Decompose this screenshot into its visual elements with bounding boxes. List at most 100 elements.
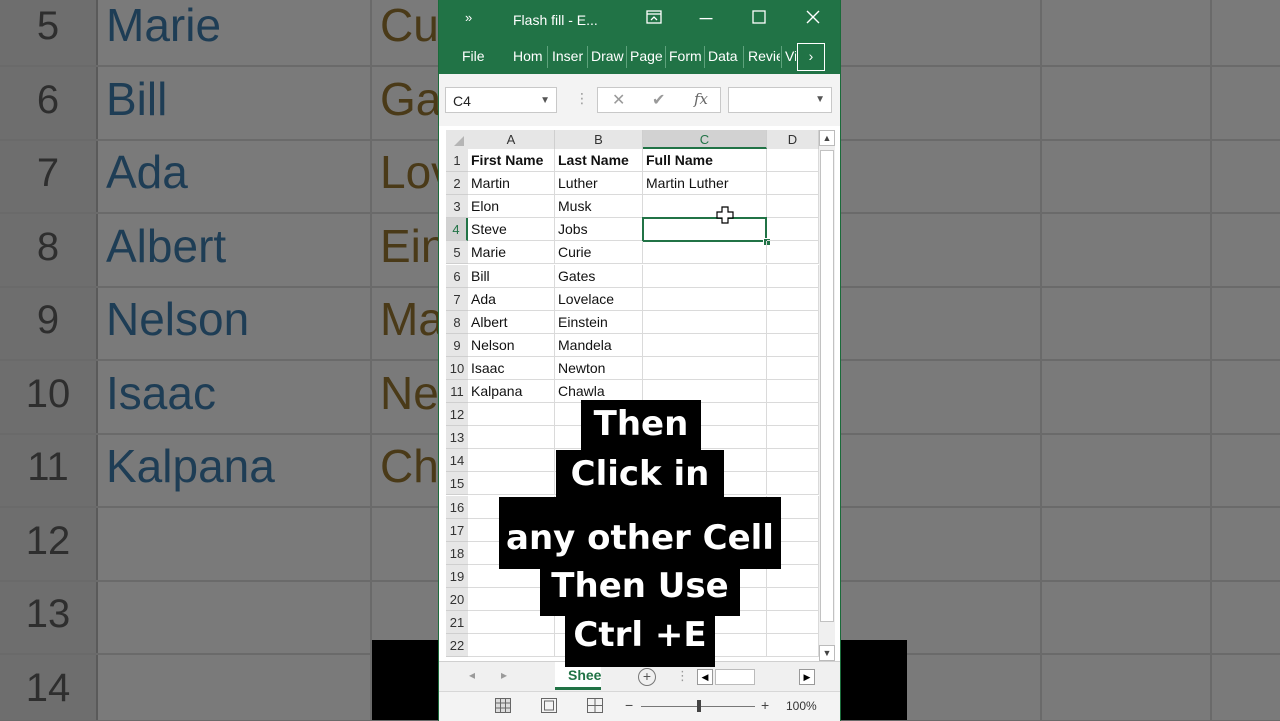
cell-d[interactable] [767,264,819,288]
row-header[interactable]: 21 [446,611,468,634]
cell-c[interactable] [643,310,767,334]
horizontal-scrollbar[interactable]: ◀ ▶ [697,669,815,685]
tab-split-handle-icon[interactable]: ⋮ [676,668,689,684]
ribbon-tab-draw[interactable]: Draw [591,48,625,64]
row-header[interactable]: 10 [446,356,468,380]
cell-d[interactable] [767,403,819,427]
cell-d[interactable] [767,172,819,196]
ribbon-tab-formulas[interactable]: Form [669,48,703,64]
ribbon-tab-page-layout[interactable]: Page [630,48,664,64]
row-header[interactable]: 14 [446,449,468,473]
expand-formula-bar-icon[interactable]: ▼ [815,94,825,105]
row-header[interactable]: 5 [446,241,468,265]
vertical-scrollbar[interactable]: ▲ ▼ [819,130,835,661]
page-layout-view-icon[interactable] [541,698,557,713]
column-header-b[interactable]: B [555,130,643,149]
row-header[interactable]: 1 [446,149,468,172]
cell-b[interactable]: Jobs [555,218,643,242]
cell-a[interactable]: Elon [468,195,555,219]
cell-a[interactable] [468,449,555,473]
cell-d[interactable] [767,634,819,658]
cell-a[interactable]: First Name [468,149,555,172]
ribbon-tab-insert[interactable]: Inser [552,48,586,64]
cell-d[interactable] [767,218,819,242]
add-sheet-button[interactable]: + [638,668,656,686]
page-break-preview-icon[interactable] [587,698,603,713]
maximize-button[interactable] [747,6,771,30]
scroll-right-button[interactable]: ▶ [799,669,815,685]
cancel-entry-icon[interactable]: ✕ [612,90,625,110]
column-header-a[interactable]: A [468,130,555,149]
cell-d[interactable] [767,195,819,219]
cell-a[interactable]: Bill [468,264,555,288]
cell-d[interactable] [767,356,819,380]
row-header[interactable]: 3 [446,195,468,219]
previous-sheet-icon[interactable]: ◂ [469,668,475,682]
row-header[interactable]: 13 [446,426,468,450]
cell-d[interactable] [767,310,819,334]
scroll-left-button[interactable]: ◀ [697,669,713,685]
ribbon-tab-home[interactable]: Hom [513,48,546,64]
cell-b[interactable]: Mandela [555,333,643,357]
confirm-entry-icon[interactable]: ✔ [652,90,665,110]
minimize-button[interactable]: ─ [694,6,718,30]
cell-a[interactable]: Nelson [468,333,555,357]
cell-d[interactable] [767,587,819,611]
cell-a[interactable] [468,403,555,427]
row-header[interactable]: 16 [446,495,468,519]
cell-c[interactable]: Martin Luther [643,172,767,196]
row-header[interactable]: 2 [446,172,468,196]
cell-d[interactable] [767,149,819,172]
chevron-down-icon[interactable]: ▼ [540,88,550,114]
ribbon-display-options-icon[interactable] [642,6,666,30]
zoom-out-button[interactable]: − [625,697,633,713]
cell-c[interactable] [643,356,767,380]
scroll-down-button[interactable]: ▼ [819,645,835,661]
formula-bar-resize-icon[interactable]: ⋮ [575,90,589,107]
cell-a[interactable]: Marie [468,241,555,265]
row-header[interactable]: 8 [446,310,468,334]
cell-d[interactable] [767,611,819,634]
cell-c[interactable]: Full Name [643,149,767,172]
row-header[interactable]: 20 [446,587,468,611]
row-header[interactable]: 18 [446,541,468,565]
more-tabs-button[interactable]: › [797,43,825,71]
cell-c[interactable] [643,333,767,357]
cell-d[interactable] [767,287,819,311]
row-header[interactable]: 22 [446,634,468,658]
cell-d[interactable] [767,333,819,357]
vertical-scroll-thumb[interactable] [820,150,834,622]
row-header[interactable]: 7 [446,287,468,311]
row-header[interactable]: 15 [446,472,468,496]
zoom-level[interactable]: 100% [786,699,817,713]
cell-c[interactable] [643,241,767,265]
scroll-up-button[interactable]: ▲ [819,130,835,146]
horizontal-scroll-thumb[interactable] [715,669,755,685]
next-sheet-icon[interactable]: ▸ [501,668,507,682]
ribbon-tab-data[interactable]: Data [708,48,742,64]
cell-b[interactable]: Musk [555,195,643,219]
cell-d[interactable] [767,426,819,450]
cell-d[interactable] [767,449,819,473]
cell-b[interactable]: Lovelace [555,287,643,311]
row-header[interactable]: 11 [446,380,468,403]
cell-a[interactable] [468,426,555,450]
cell-a[interactable]: Martin [468,172,555,196]
zoom-slider-thumb[interactable] [697,700,701,712]
row-header[interactable]: 4 [446,218,468,242]
quick-access-more-icon[interactable]: » [465,10,472,25]
cell-c[interactable] [643,287,767,311]
row-header[interactable]: 12 [446,403,468,427]
ribbon-tab-view[interactable]: Vi [785,48,796,64]
cell-a[interactable]: Steve [468,218,555,242]
row-header[interactable]: 19 [446,564,468,588]
name-box[interactable]: C4 ▼ [445,87,557,113]
cell-a[interactable] [468,634,555,658]
zoom-in-button[interactable]: + [761,697,769,713]
cell-d[interactable] [767,472,819,496]
cell-a[interactable]: Albert [468,310,555,334]
close-button[interactable] [801,6,825,30]
cell-d[interactable] [767,380,819,403]
formula-input[interactable]: ▼ [728,87,832,113]
cell-a[interactable] [468,472,555,496]
